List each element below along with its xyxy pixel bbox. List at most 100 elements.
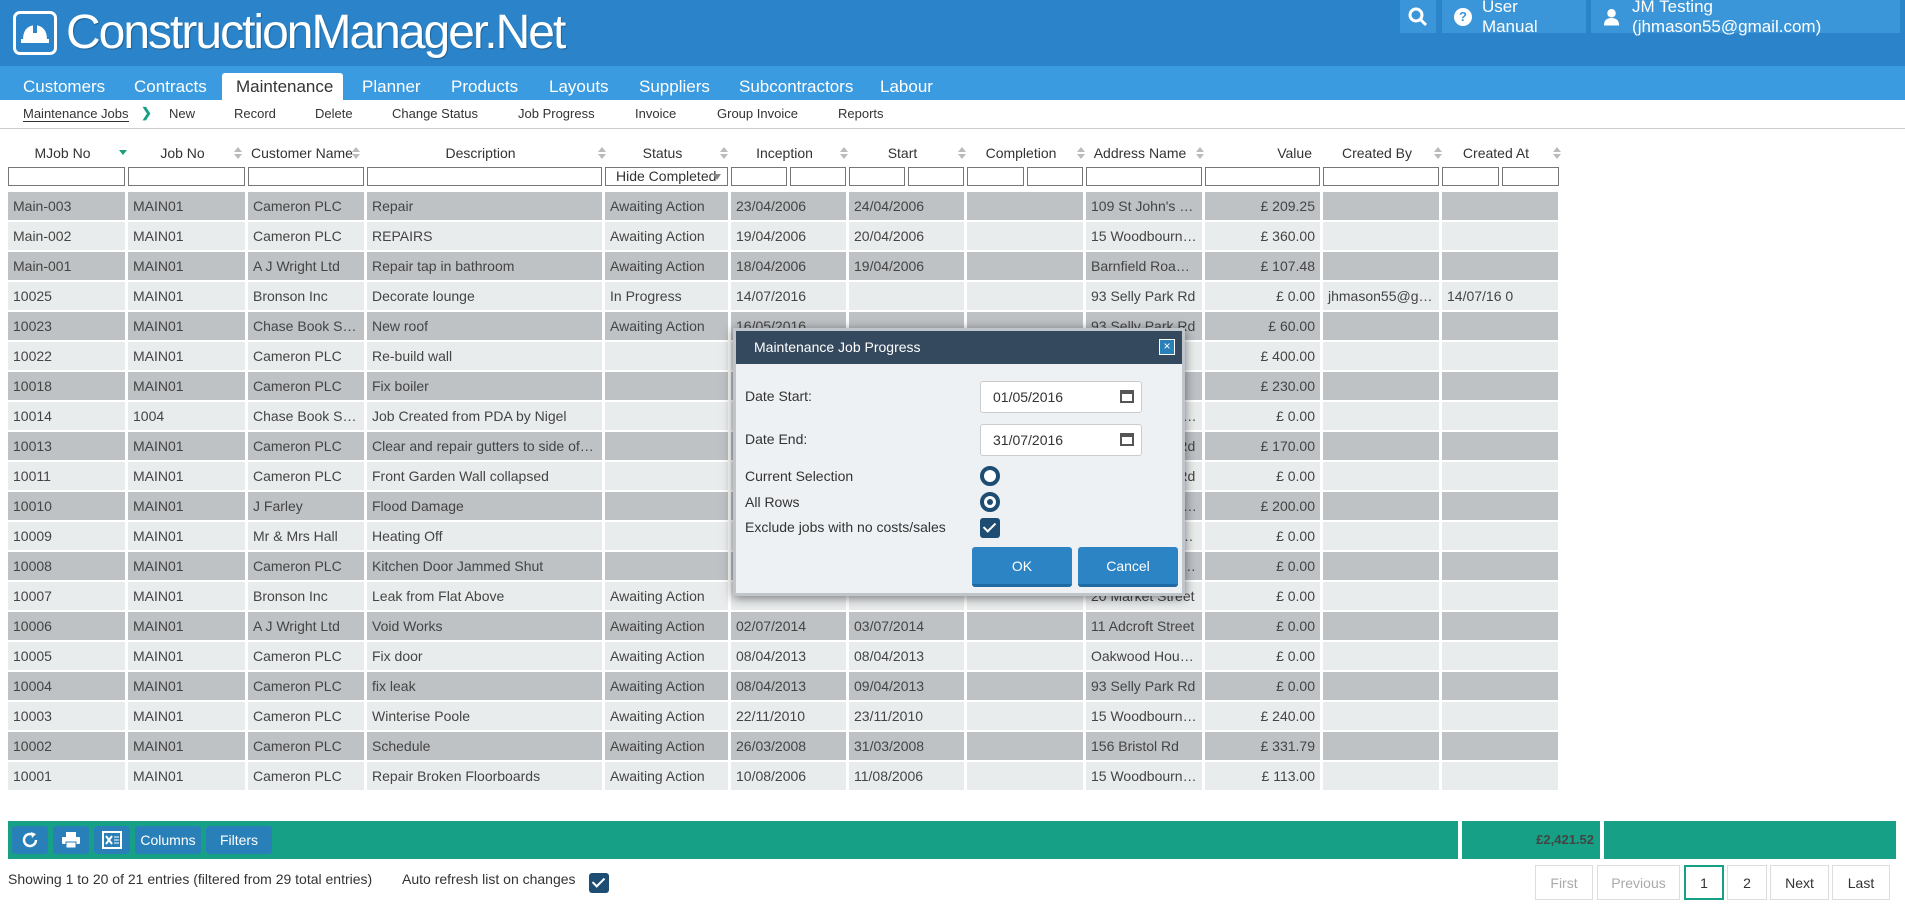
page-previous[interactable]: Previous <box>1597 865 1680 900</box>
submenu-maintenance-jobs[interactable]: Maintenance Jobs <box>23 106 129 122</box>
current-selection-radio[interactable] <box>980 466 1000 486</box>
menu-maintenance[interactable]: Maintenance <box>222 73 343 100</box>
column-header-completion[interactable]: Completion <box>967 145 1075 161</box>
sort-icon[interactable] <box>1196 147 1204 159</box>
table-row[interactable]: Main-003 MAIN01 Cameron PLC Repair Awaiting … <box>8 192 1896 222</box>
column-header-created-at[interactable]: Created At <box>1442 145 1550 161</box>
submenu-record[interactable]: Record <box>234 106 276 121</box>
menu-labour[interactable]: Labour <box>866 73 947 100</box>
table-row[interactable]: Main-001 MAIN01 A J Wright Ltd Repair tap i… <box>8 252 1896 282</box>
cell-completion <box>967 222 1083 250</box>
page-2[interactable]: 2 <box>1727 865 1767 900</box>
menu-contracts[interactable]: Contracts <box>120 73 221 100</box>
sort-icon[interactable] <box>720 147 728 159</box>
table-row[interactable]: 10004 MAIN01 Cameron PLC fix leak Awaiting A… <box>8 672 1896 702</box>
menu-suppliers[interactable]: Suppliers <box>625 73 724 100</box>
table-row[interactable]: 10001 MAIN01 Cameron PLC Repair Broken Floo… <box>8 762 1896 792</box>
date-end-field[interactable]: 31/07/2016 <box>980 424 1142 456</box>
ok-button[interactable]: OK <box>972 547 1072 587</box>
print-button[interactable] <box>53 826 89 854</box>
sort-icon[interactable] <box>840 147 848 159</box>
filter-inception-to[interactable] <box>790 167 846 186</box>
column-header-status[interactable]: Status <box>605 145 720 161</box>
filter-start-to[interactable] <box>908 167 964 186</box>
cell-customer-name: Cameron PLC <box>248 342 364 370</box>
sort-icon[interactable] <box>1077 147 1085 159</box>
filters-button[interactable]: Filters <box>206 826 272 854</box>
submenu-reports[interactable]: Reports <box>838 106 884 121</box>
columns-button[interactable]: Columns <box>135 826 201 854</box>
table-row[interactable]: 10002 MAIN01 Cameron PLC Schedule Awaiting A… <box>8 732 1896 762</box>
column-header-start[interactable]: Start <box>849 145 956 161</box>
column-header-job-no[interactable]: Job No <box>128 145 237 161</box>
sort-icon[interactable] <box>1434 147 1442 159</box>
filter-customer-name[interactable] <box>248 167 364 186</box>
menu-customers[interactable]: Customers <box>9 73 119 100</box>
calendar-icon[interactable] <box>1120 433 1134 446</box>
submenu-new[interactable]: New <box>169 106 195 121</box>
table-row[interactable]: 10006 MAIN01 A J Wright Ltd Void Works Await… <box>8 612 1896 642</box>
filter-job-no[interactable] <box>128 167 245 186</box>
filter-status-select[interactable]: Hide Completed <box>605 167 728 186</box>
cell-value: £ 240.00 <box>1205 702 1320 730</box>
column-header-created-by[interactable]: Created By <box>1323 145 1431 161</box>
filter-completion-from[interactable] <box>967 167 1024 186</box>
sort-icon[interactable] <box>234 147 242 159</box>
all-rows-radio[interactable] <box>980 492 1000 512</box>
submenu-group-invoice[interactable]: Group Invoice <box>717 106 798 121</box>
cell-customer-name: J Farley <box>248 492 364 520</box>
filter-start-from[interactable] <box>849 167 905 186</box>
sort-icon[interactable] <box>1553 147 1561 159</box>
column-header-customer-name[interactable]: Customer Name <box>248 145 356 161</box>
cancel-button[interactable]: Cancel <box>1078 547 1178 587</box>
filter-created-by[interactable] <box>1323 167 1439 186</box>
table-row[interactable]: 10025 MAIN01 Bronson Inc Decorate lounge In … <box>8 282 1896 312</box>
cell-value: £ 0.00 <box>1205 462 1320 490</box>
date-start-field[interactable]: 01/05/2016 <box>980 381 1142 413</box>
submenu-delete[interactable]: Delete <box>315 106 353 121</box>
user-menu-button[interactable]: JM Testing (jhmason55@gmail.com) <box>1591 0 1900 36</box>
filter-mjob-no[interactable] <box>8 167 125 186</box>
page-next[interactable]: Next <box>1770 865 1829 900</box>
submenu-change-status[interactable]: Change Status <box>392 106 478 121</box>
table-row[interactable]: Main-002 MAIN01 Cameron PLC REPAIRS Awaiting… <box>8 222 1896 252</box>
page-last[interactable]: Last <box>1832 865 1890 900</box>
exclude-checkbox[interactable] <box>980 518 1000 538</box>
column-header-mjob-no[interactable]: MJob No <box>8 145 117 161</box>
auto-refresh-checkbox[interactable] <box>589 873 609 893</box>
filter-value[interactable] <box>1205 167 1320 186</box>
close-icon[interactable]: × <box>1159 339 1175 355</box>
export-excel-button[interactable] <box>94 826 130 854</box>
column-header-description[interactable]: Description <box>367 145 594 161</box>
submenu-invoice[interactable]: Invoice <box>635 106 676 121</box>
search-button[interactable] <box>1400 0 1436 33</box>
column-header-inception[interactable]: Inception <box>731 145 838 161</box>
table-row[interactable]: 10005 MAIN01 Cameron PLC Fix door Awaiting A… <box>8 642 1896 672</box>
app-logo: ConstructionManager.Net <box>13 9 566 57</box>
chevron-right-icon: ❯ <box>141 105 152 120</box>
menu-products[interactable]: Products <box>437 73 532 100</box>
menu-layouts[interactable]: Layouts <box>535 73 623 100</box>
column-header-address-name[interactable]: Address Name <box>1086 145 1194 161</box>
table-row[interactable]: 10003 MAIN01 Cameron PLC Winterise Poole Awa… <box>8 702 1896 732</box>
menu-planner[interactable]: Planner <box>348 73 435 100</box>
filter-created-at-from[interactable] <box>1442 167 1499 186</box>
cell-created-by <box>1323 372 1439 400</box>
cell-inception: 08/04/2013 <box>731 672 846 700</box>
sort-icon[interactable] <box>958 147 966 159</box>
page-1[interactable]: 1 <box>1684 865 1724 900</box>
filter-inception-from[interactable] <box>731 167 787 186</box>
filter-address-name[interactable] <box>1086 167 1202 186</box>
filter-created-at-to[interactable] <box>1502 167 1559 186</box>
filter-completion-to[interactable] <box>1027 167 1083 186</box>
filter-description[interactable] <box>367 167 602 186</box>
page-first[interactable]: First <box>1535 865 1593 900</box>
sort-icon[interactable] <box>119 147 127 159</box>
menu-subcontractors[interactable]: Subcontractors <box>725 73 867 100</box>
submenu-job-progress[interactable]: Job Progress <box>518 106 595 121</box>
calendar-icon[interactable] <box>1120 390 1134 403</box>
sort-icon[interactable] <box>352 147 360 159</box>
column-header-value[interactable]: Value <box>1205 145 1312 161</box>
refresh-button[interactable] <box>12 826 48 854</box>
user-manual-button[interactable]: ? User Manual <box>1442 0 1586 36</box>
